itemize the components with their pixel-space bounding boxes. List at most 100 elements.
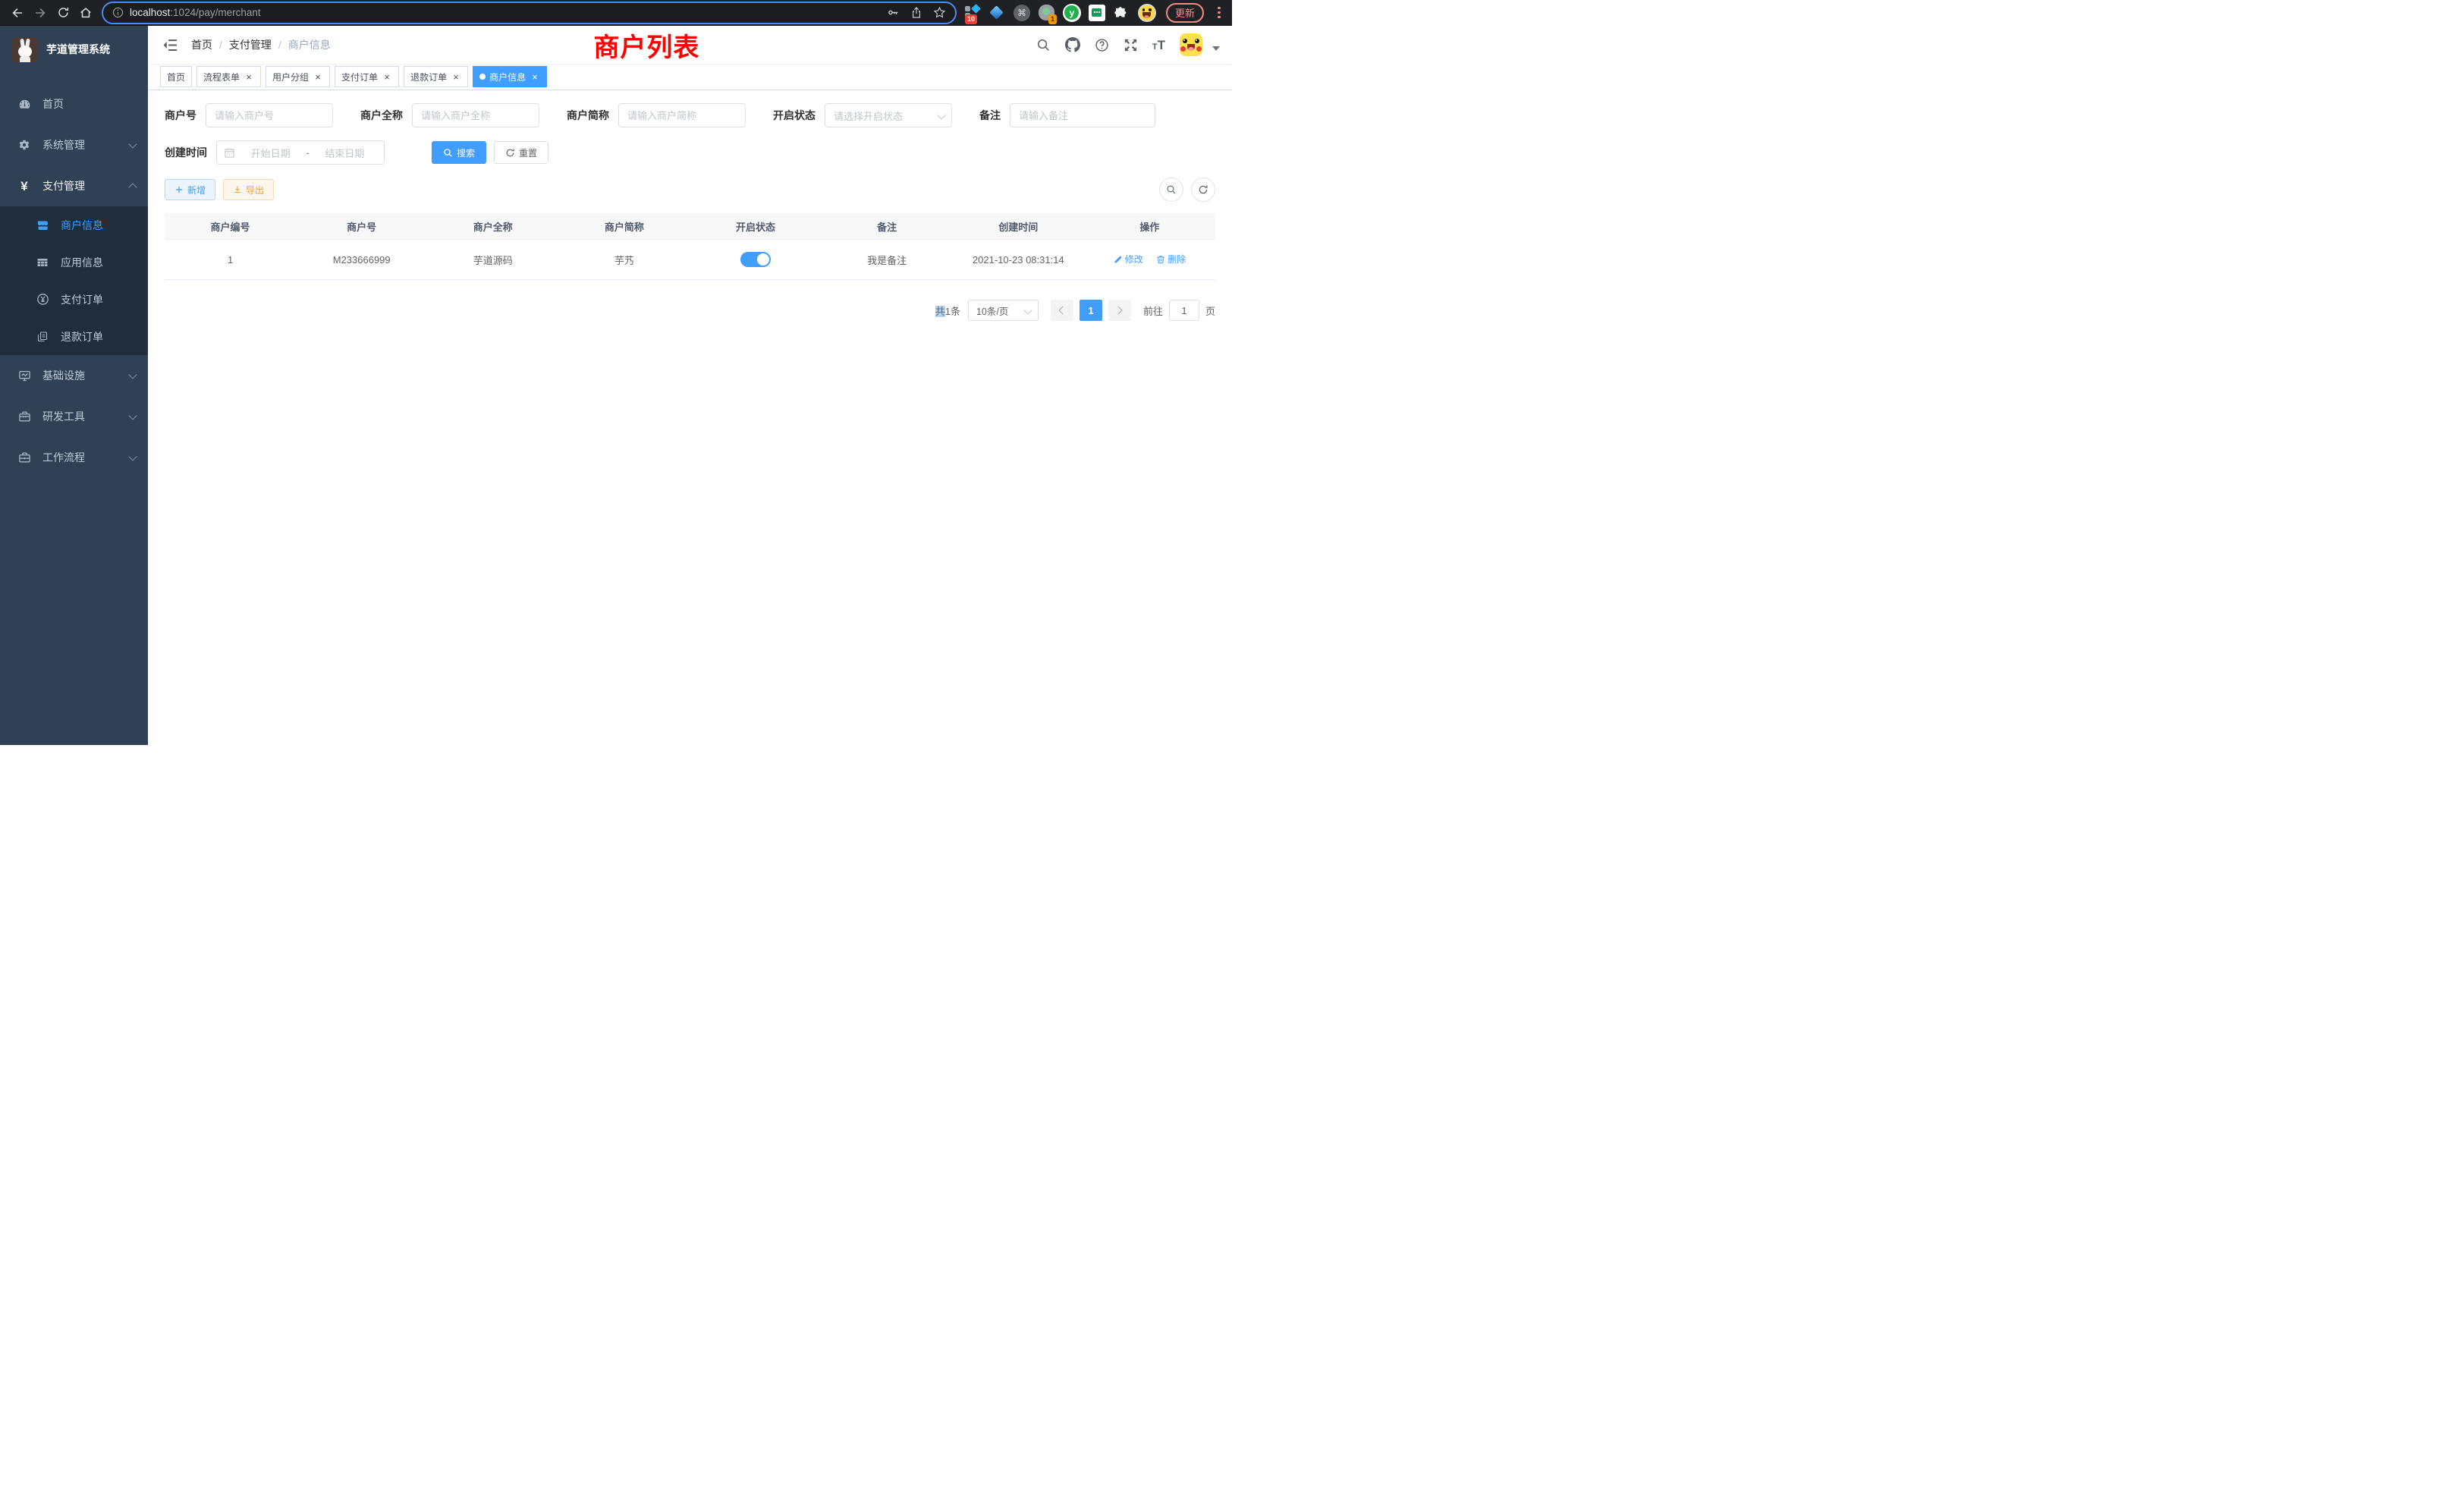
- extension-command-icon[interactable]: ⌘: [1013, 4, 1031, 22]
- dashboard-icon: [17, 98, 32, 111]
- filter-remark: 备注: [979, 103, 1155, 127]
- close-icon[interactable]: ×: [244, 71, 254, 82]
- extension-badge: 10: [965, 14, 977, 24]
- user-dropdown-caret-icon[interactable]: [1212, 46, 1220, 51]
- sidebar-item-home[interactable]: 首页: [0, 83, 148, 124]
- breadcrumb-current: 商户信息: [288, 37, 331, 52]
- merchant-short-input[interactable]: [618, 103, 746, 127]
- export-button[interactable]: 导出: [223, 179, 274, 200]
- merchant-name-input[interactable]: [412, 103, 539, 127]
- col-actions: 操作: [1084, 213, 1215, 240]
- extension-grid-icon[interactable]: 10: [963, 4, 981, 22]
- url-bar[interactable]: localhost:1024/pay/merchant: [102, 2, 957, 24]
- search-button[interactable]: 搜索: [432, 141, 486, 164]
- close-icon[interactable]: ×: [382, 71, 392, 82]
- breadcrumb-separator: /: [278, 39, 281, 51]
- back-icon[interactable]: [8, 3, 27, 23]
- goto-page-input[interactable]: [1169, 300, 1199, 321]
- close-icon[interactable]: ×: [530, 71, 540, 82]
- yen-circle-icon: [35, 293, 50, 306]
- prev-page-button[interactable]: [1051, 300, 1073, 321]
- search-icon[interactable]: [1036, 38, 1051, 52]
- tab-home[interactable]: 首页: [160, 66, 192, 87]
- status-toggle[interactable]: [740, 252, 771, 267]
- fullscreen-icon[interactable]: [1124, 38, 1138, 52]
- breadcrumb-payment[interactable]: 支付管理: [229, 37, 272, 52]
- tab-refund-order[interactable]: 退款订单 ×: [404, 66, 468, 87]
- close-icon[interactable]: ×: [451, 71, 461, 82]
- breadcrumb-home[interactable]: 首页: [191, 37, 212, 52]
- chevron-down-icon: [128, 452, 137, 461]
- col-merchant-id: 商户编号: [165, 213, 296, 240]
- sidebar-item-infrastructure[interactable]: 基础设施: [0, 355, 148, 396]
- sidebar-item-pay-order[interactable]: 支付订单: [0, 281, 148, 318]
- yen-icon: ¥: [17, 180, 32, 193]
- add-button[interactable]: 新增: [165, 179, 215, 200]
- sidebar-collapse-icon[interactable]: [160, 36, 181, 55]
- extension-blob-icon[interactable]: 1: [1038, 4, 1056, 22]
- sidebar-item-refund-order[interactable]: 退款订单: [0, 318, 148, 355]
- sidebar-item-label: 退款订单: [61, 329, 103, 344]
- share-icon[interactable]: [910, 7, 922, 19]
- page-size-select[interactable]: 10条/页: [968, 300, 1039, 321]
- refresh-icon[interactable]: [1191, 178, 1215, 202]
- sidebar-item-workflow[interactable]: 工作流程: [0, 437, 148, 478]
- store-icon: [35, 219, 50, 231]
- delete-button[interactable]: 删除: [1156, 253, 1186, 266]
- filter-merchant-no: 商户号: [165, 103, 333, 127]
- hide-search-icon[interactable]: [1159, 178, 1183, 202]
- help-icon[interactable]: [1095, 38, 1109, 52]
- home-icon[interactable]: [76, 3, 96, 23]
- extensions-puzzle-icon[interactable]: [1113, 4, 1131, 22]
- merchant-no-input[interactable]: [206, 103, 333, 127]
- goto-page: 前往 页: [1143, 300, 1215, 321]
- date-start-placeholder: 开始日期: [238, 146, 303, 160]
- sidebar-item-label: 系统管理: [42, 137, 85, 152]
- extension-chat-icon[interactable]: [1088, 4, 1106, 22]
- bookmark-star-icon[interactable]: [933, 6, 946, 19]
- url-text: localhost:1024/pay/merchant: [130, 7, 261, 18]
- font-size-icon[interactable]: TT: [1152, 39, 1165, 52]
- col-remark: 备注: [822, 213, 953, 240]
- logo-rabbit-image: [12, 37, 37, 62]
- col-merchant-no: 商户号: [296, 213, 427, 240]
- tab-process-form[interactable]: 流程表单 ×: [196, 66, 261, 87]
- page-number-1[interactable]: 1: [1080, 300, 1102, 321]
- site-info-icon[interactable]: [112, 7, 124, 18]
- extension-gem-icon[interactable]: [988, 4, 1006, 22]
- app-title: 芋道管理系统: [46, 42, 110, 57]
- remark-input[interactable]: [1010, 103, 1155, 127]
- cell-actions: 修改 删除: [1084, 240, 1215, 280]
- pager: 1: [1051, 300, 1131, 321]
- sidebar-item-app-info[interactable]: 应用信息: [0, 244, 148, 281]
- sidebar-item-system[interactable]: 系统管理: [0, 124, 148, 165]
- sidebar-logo[interactable]: 芋道管理系统: [0, 26, 148, 73]
- tab-merchant-info[interactable]: 商户信息 ×: [473, 66, 547, 87]
- date-range-picker[interactable]: 开始日期 - 结束日期: [216, 140, 385, 165]
- avatar[interactable]: [1180, 33, 1202, 56]
- extension-y-icon[interactable]: y: [1063, 4, 1081, 22]
- extension-smiley-icon[interactable]: [1138, 4, 1156, 22]
- goto-label: 前往: [1143, 303, 1163, 318]
- browser-update-button[interactable]: 更新: [1166, 3, 1204, 23]
- close-icon[interactable]: ×: [313, 71, 323, 82]
- password-key-icon[interactable]: [887, 6, 900, 19]
- reload-icon[interactable]: [53, 3, 73, 23]
- toolbox-icon: [17, 410, 32, 423]
- browser-menu-icon[interactable]: [1214, 7, 1224, 18]
- sidebar-item-dev-tools[interactable]: 研发工具: [0, 396, 148, 437]
- next-page-button[interactable]: [1108, 300, 1131, 321]
- edit-button[interactable]: 修改: [1114, 253, 1143, 266]
- tab-pay-order[interactable]: 支付订单 ×: [335, 66, 399, 87]
- main-area: 首页 / 支付管理 / 商户信息 商户列表: [148, 26, 1232, 745]
- tab-user-group[interactable]: 用户分组 ×: [266, 66, 330, 87]
- status-select[interactable]: 请选择开启状态: [825, 103, 952, 127]
- github-icon[interactable]: [1065, 37, 1080, 52]
- forward-icon[interactable]: [30, 3, 50, 23]
- sidebar-item-merchant-info[interactable]: 商户信息: [0, 206, 148, 244]
- field-label: 备注: [979, 108, 1001, 123]
- reset-button[interactable]: 重置: [494, 141, 548, 164]
- page-content: 商户号 商户全称 商户简称 开启状态 请选择开启状态: [148, 90, 1232, 745]
- sidebar-item-payment[interactable]: ¥ 支付管理: [0, 165, 148, 206]
- chevron-down-icon: [128, 411, 137, 420]
